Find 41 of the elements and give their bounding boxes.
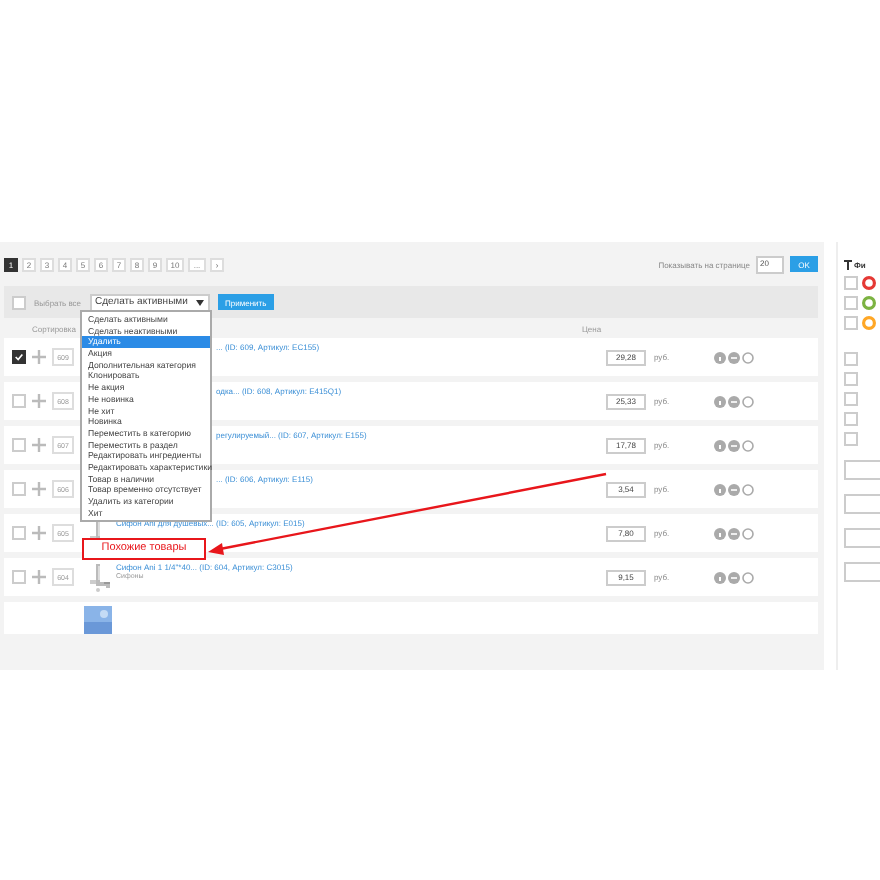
info-icon bbox=[713, 571, 726, 583]
info-icon bbox=[713, 483, 726, 495]
filter-checkbox[interactable] bbox=[844, 316, 858, 330]
filter-checkbox[interactable] bbox=[844, 432, 858, 446]
filter-checkbox[interactable] bbox=[844, 412, 858, 426]
select-all-checkbox[interactable] bbox=[12, 295, 26, 309]
drag-icon bbox=[32, 394, 46, 408]
toggle-icon bbox=[727, 483, 740, 495]
delete-icon bbox=[741, 571, 754, 583]
delete-icon bbox=[741, 527, 754, 539]
row-checkbox[interactable] bbox=[12, 350, 26, 364]
check-icon bbox=[14, 352, 24, 362]
filter-checkbox[interactable] bbox=[844, 392, 858, 406]
toggle-icon bbox=[727, 527, 740, 539]
filter-checkbox[interactable] bbox=[844, 372, 858, 386]
filter-field[interactable] bbox=[844, 528, 880, 548]
info-icon bbox=[713, 351, 726, 363]
info-icon bbox=[713, 527, 726, 539]
filter-checkbox[interactable] bbox=[844, 352, 858, 366]
drag-icon bbox=[32, 482, 46, 496]
drag-icon bbox=[32, 570, 46, 584]
delete-icon bbox=[741, 483, 754, 495]
toggle-icon bbox=[727, 571, 740, 583]
delete-icon bbox=[741, 351, 754, 363]
info-icon bbox=[713, 395, 726, 407]
toggle-icon bbox=[727, 351, 740, 363]
toggle-icon bbox=[727, 395, 740, 407]
delete-icon bbox=[741, 395, 754, 407]
filter-checkbox[interactable] bbox=[844, 276, 858, 290]
drag-icon bbox=[32, 350, 46, 364]
drag-icon bbox=[32, 526, 46, 540]
text-icon bbox=[844, 260, 852, 270]
caret-icon bbox=[195, 299, 204, 305]
filter-field[interactable] bbox=[844, 460, 880, 480]
filter-checkbox[interactable] bbox=[844, 296, 858, 310]
drag-icon bbox=[32, 438, 46, 452]
info-icon bbox=[713, 439, 726, 451]
filter-field[interactable] bbox=[844, 494, 880, 514]
delete-icon bbox=[741, 439, 754, 451]
toggle-icon bbox=[727, 439, 740, 451]
filter-field[interactable] bbox=[844, 562, 880, 582]
